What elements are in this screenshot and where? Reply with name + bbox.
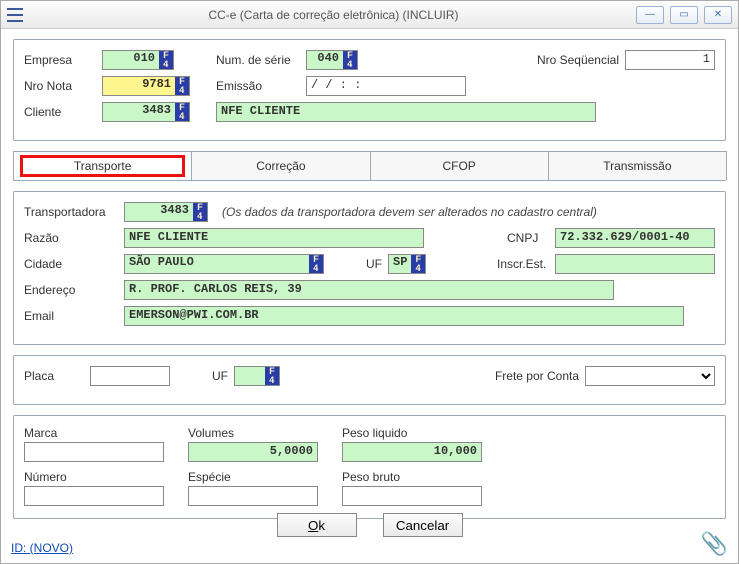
endereco-field: R. PROF. CARLOS REIS, 39 xyxy=(124,280,614,300)
placa-uf-label: UF xyxy=(212,369,228,383)
uf-field[interactable]: SP F4 xyxy=(388,254,426,274)
header-group: Empresa 010 F4 Num. de série 040 F4 Nro … xyxy=(13,39,726,141)
tabs: Transporte Correção CFOP Transmissão xyxy=(13,151,726,181)
cce-window: CC-e (Carta de correção eletrônica) (INC… xyxy=(0,0,739,564)
cidade-label: Cidade xyxy=(24,257,118,271)
f4-icon[interactable]: F4 xyxy=(193,203,207,221)
f4-icon[interactable]: F4 xyxy=(343,51,357,69)
emissao-label: Emissão xyxy=(216,79,300,93)
placa-group: Placa UF F4 Frete por Conta xyxy=(13,355,726,405)
f4-icon[interactable]: F4 xyxy=(175,103,189,121)
window-title: CC-e (Carta de correção eletrônica) (INC… xyxy=(31,8,636,22)
tab-correcao[interactable]: Correção xyxy=(191,151,370,180)
nro-nota-label: Nro Nota xyxy=(24,79,96,93)
inscr-field xyxy=(555,254,715,274)
email-field: EMERSON@PWI.COM.BR xyxy=(124,306,684,326)
numero-label: Número xyxy=(24,470,164,484)
cidade-field[interactable]: SÃO PAULO F4 xyxy=(124,254,324,274)
empresa-field[interactable]: 010 F4 xyxy=(102,50,174,70)
placa-field[interactable] xyxy=(90,366,170,386)
marca-label: Marca xyxy=(24,426,164,440)
peso-bruto-field[interactable] xyxy=(342,486,482,506)
email-label: Email xyxy=(24,309,118,323)
transportadora-label: Transportadora xyxy=(24,205,118,219)
tab-transmissao[interactable]: Transmissão xyxy=(548,151,727,180)
placa-uf-field[interactable]: F4 xyxy=(234,366,280,386)
menu-icon[interactable] xyxy=(7,8,23,22)
transportadora-field[interactable]: 3483 F4 xyxy=(124,202,208,222)
num-serie-label: Num. de série xyxy=(216,53,300,67)
close-button[interactable]: ✕ xyxy=(704,6,732,24)
f4-icon[interactable]: F4 xyxy=(309,255,323,273)
tab-transporte[interactable]: Transporte xyxy=(13,151,192,180)
frete-select[interactable] xyxy=(585,366,715,386)
nro-nota-field[interactable]: 9781 F4 xyxy=(102,76,190,96)
f4-icon[interactable]: F4 xyxy=(411,255,425,273)
razao-label: Razão xyxy=(24,231,118,245)
placa-label: Placa xyxy=(24,369,84,383)
cancel-button[interactable]: Cancelar xyxy=(383,513,463,537)
transportadora-hint: (Os dados da transportadora devem ser al… xyxy=(222,205,597,219)
titlebar: CC-e (Carta de correção eletrônica) (INC… xyxy=(1,1,738,29)
f4-icon[interactable]: F4 xyxy=(265,367,279,385)
tab-cfop[interactable]: CFOP xyxy=(370,151,549,180)
uf-label: UF xyxy=(366,257,382,271)
peso-bruto-label: Peso bruto xyxy=(342,470,482,484)
cnpj-field: 72.332.629/0001-40 xyxy=(555,228,715,248)
inscr-label: Inscr.Est. xyxy=(497,257,549,271)
ok-button[interactable]: Ok xyxy=(277,513,357,537)
maximize-button[interactable]: ▭ xyxy=(670,6,698,24)
transportadora-group: Transportadora 3483 F4 (Os dados da tran… xyxy=(13,191,726,345)
especie-label: Espécie xyxy=(188,470,318,484)
endereco-label: Endereço xyxy=(24,283,118,297)
empresa-label: Empresa xyxy=(24,53,96,67)
peso-liq-field: 10,000 xyxy=(342,442,482,462)
nro-sequencial-label: Nro Seqüencial xyxy=(537,53,619,67)
f4-icon[interactable]: F4 xyxy=(159,51,173,69)
especie-field[interactable] xyxy=(188,486,318,506)
numero-field[interactable] xyxy=(24,486,164,506)
f4-icon[interactable]: F4 xyxy=(175,77,189,95)
marca-field[interactable] xyxy=(24,442,164,462)
razao-field: NFE CLIENTE xyxy=(124,228,424,248)
volumes-group: Marca Volumes 5,0000 Peso liquido 10,000… xyxy=(13,415,726,519)
cnpj-label: CNPJ xyxy=(507,231,549,245)
volumes-field: 5,0000 xyxy=(188,442,318,462)
num-serie-field[interactable]: 040 F4 xyxy=(306,50,358,70)
volumes-label: Volumes xyxy=(188,426,318,440)
cliente-field[interactable]: 3483 F4 xyxy=(102,102,190,122)
id-link[interactable]: ID: (NOVO) xyxy=(11,541,73,555)
paperclip-icon[interactable]: 📎 xyxy=(701,531,728,557)
cliente-label: Cliente xyxy=(24,105,96,119)
peso-liq-label: Peso liquido xyxy=(342,426,482,440)
emissao-field[interactable]: / / : : xyxy=(306,76,466,96)
cliente-nome-field: NFE CLIENTE xyxy=(216,102,596,122)
minimize-button[interactable]: — xyxy=(636,6,664,24)
frete-label: Frete por Conta xyxy=(495,369,579,383)
nro-sequencial-field[interactable]: 1 xyxy=(625,50,715,70)
